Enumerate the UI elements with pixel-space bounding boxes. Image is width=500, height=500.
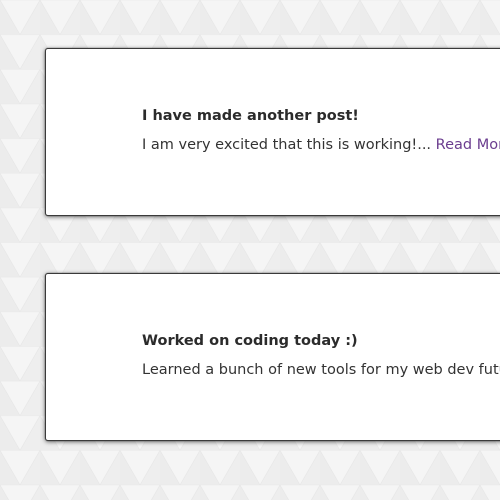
post-card[interactable]: I have made another post! I am very exci…	[45, 48, 500, 216]
post-excerpt: I am very excited that this is working!.…	[142, 137, 500, 153]
post-excerpt-text: Learned a bunch of new tools for my web …	[142, 362, 500, 378]
post-title: I have made another post!	[142, 108, 359, 124]
post-excerpt-text: I am very excited that this is working!.…	[142, 137, 432, 153]
read-more-link[interactable]: Read More	[436, 137, 500, 153]
post-card[interactable]: Worked on coding today :) Learned a bunc…	[45, 273, 500, 441]
post-title: Worked on coding today :)	[142, 333, 358, 349]
post-excerpt: Learned a bunch of new tools for my web …	[142, 362, 500, 378]
